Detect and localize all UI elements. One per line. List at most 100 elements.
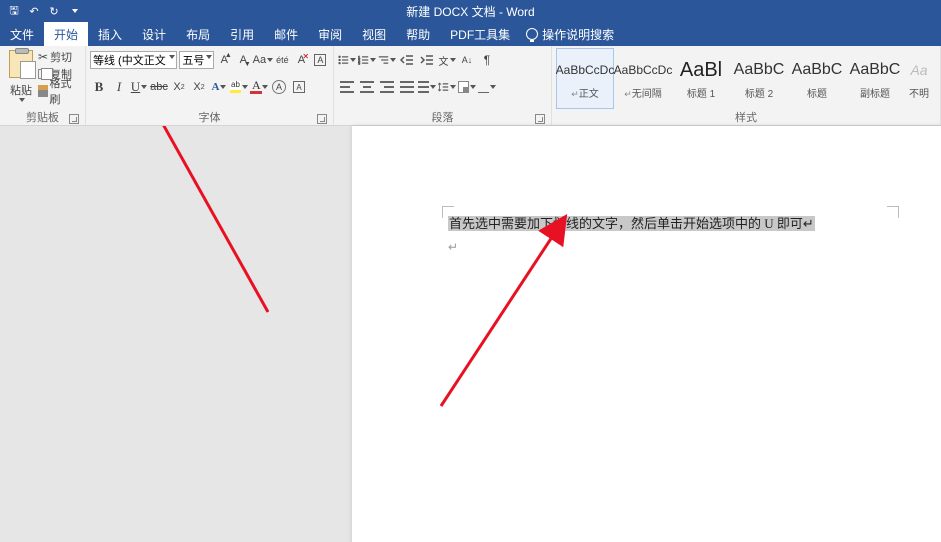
style-name: 副标题 [860,85,890,100]
tell-me-label: 操作说明搜索 [542,26,614,43]
distributed-button[interactable] [418,78,436,96]
paste-button[interactable]: 粘贴 [4,48,38,109]
group-clipboard: 粘贴 ✂剪切 复制 格式刷 剪贴板 [0,46,86,125]
quick-access-toolbar: 🖫 ↶ ↻ [0,3,82,19]
style-gallery[interactable]: AaBbCcDc ↵正文 AaBbCcDc ↵无间隔 AaBl 标题 1 AaB… [556,48,936,109]
style-no-spacing[interactable]: AaBbCcDc ↵无间隔 [614,48,672,109]
ribbon: 粘贴 ✂剪切 复制 格式刷 剪贴板 等线 (中文正文 五号 A▲ A▼ Aa é… [0,46,941,126]
svg-text:3: 3 [358,61,360,66]
group-clipboard-label: 剪贴板 [26,109,59,125]
clear-formatting-button[interactable]: A✕ [293,51,310,69]
ribbon-tabs: 文件 开始 插入 设计 布局 引用 邮件 审阅 视图 帮助 PDF工具集 操作说… [0,22,941,46]
cut-button[interactable]: ✂剪切 [38,49,81,65]
tab-insert[interactable]: 插入 [88,22,132,46]
paragraph-launcher[interactable] [535,114,545,124]
superscript-button[interactable]: X2 [190,78,208,96]
undo-icon[interactable]: ↶ [26,3,42,19]
tab-review[interactable]: 审阅 [308,22,352,46]
redo-icon[interactable]: ↻ [46,3,62,19]
font-size-value: 五号 [182,52,204,68]
style-normal[interactable]: AaBbCcDc ↵正文 [556,48,614,109]
group-paragraph: 123 文 A↓ ¶ 段落 [334,46,552,125]
multilevel-list-button[interactable] [378,51,396,69]
asian-layout-button[interactable]: 文 [438,51,456,69]
text-effects-button[interactable]: A [210,78,228,96]
tab-file[interactable]: 文件 [0,22,44,46]
selected-text[interactable]: 首先选中需要加下划线的文字，然后单击开始选项中的 U 即可↵ [448,216,815,231]
underline-button[interactable]: U [130,78,148,96]
subscript-button[interactable]: X2 [170,78,188,96]
italic-button[interactable]: I [110,78,128,96]
font-name-combo[interactable]: 等线 (中文正文 [90,51,177,69]
style-heading1[interactable]: AaBl 标题 1 [672,48,730,109]
line-spacing-button[interactable] [438,78,456,96]
highlight-button[interactable] [230,78,248,96]
increase-indent-button[interactable] [418,51,436,69]
cut-label: 剪切 [50,49,72,65]
shrink-font-button[interactable]: A▼ [235,51,252,69]
shading-button[interactable] [458,78,476,96]
highlight-icon [230,81,241,93]
lightbulb-icon [526,28,538,40]
show-hide-button[interactable]: ¶ [478,51,496,69]
style-more[interactable]: Aa 不明 [904,48,934,109]
decrease-indent-button[interactable] [398,51,416,69]
borders-button[interactable] [478,78,496,96]
font-name-value: 等线 (中文正文 [93,52,166,68]
style-preview: AaBl [680,57,722,83]
document-line-1[interactable]: 首先选中需要加下划线的文字，然后单击开始选项中的 U 即可↵ [448,214,893,234]
character-border-button[interactable]: A [290,78,308,96]
clipboard-launcher[interactable] [69,114,79,124]
align-left-button[interactable] [338,78,356,96]
grow-font-button[interactable]: A▲ [216,51,233,69]
font-color-button[interactable] [250,78,268,96]
justify-button[interactable] [398,78,416,96]
change-case-button[interactable]: Aa [254,51,272,69]
phonetic-guide-button[interactable]: été [274,51,291,69]
style-name: 标题 2 [745,85,773,100]
sort-button[interactable]: A↓ [458,51,476,69]
group-font: 等线 (中文正文 五号 A▲ A▼ Aa été A✕ A B I U abc … [86,46,334,125]
tab-mailings[interactable]: 邮件 [264,22,308,46]
numbering-button[interactable]: 123 [358,51,376,69]
style-title[interactable]: AaBbC 标题 [788,48,846,109]
document-line-2[interactable]: ↵ [448,240,893,254]
style-name: 正文 [579,89,599,100]
tab-layout[interactable]: 布局 [176,22,220,46]
font-size-combo[interactable]: 五号 [179,51,213,69]
format-painter-button[interactable]: 格式刷 [38,83,81,99]
tab-home[interactable]: 开始 [44,22,88,46]
strikethrough-button[interactable]: abc [150,78,168,96]
style-subtitle[interactable]: AaBbC 副标题 [846,48,904,109]
tab-design[interactable]: 设计 [132,22,176,46]
style-name: 标题 [807,85,827,100]
style-name: 不明 [909,85,929,100]
paragraph-mark-icon: ↵ [448,240,458,254]
group-paragraph-label: 段落 [432,109,454,125]
document-page[interactable]: 首先选中需要加下划线的文字，然后单击开始选项中的 U 即可↵ ↵ [352,126,941,542]
enclose-characters-button[interactable]: A [312,51,329,69]
window-title: 新建 DOCX 文档 - Word [406,3,534,20]
tab-help[interactable]: 帮助 [396,22,440,46]
character-shading-button[interactable]: A [270,78,288,96]
style-preview: AaBbC [850,57,901,83]
font-launcher[interactable] [317,114,327,124]
tell-me-search[interactable]: 操作说明搜索 [520,22,614,46]
bold-button[interactable]: B [90,78,108,96]
style-preview: AaBbC [734,57,785,83]
copy-icon [38,69,48,79]
scissors-icon: ✂ [38,50,48,64]
title-bar: 🖫 ↶ ↻ 新建 DOCX 文档 - Word [0,0,941,22]
tab-references[interactable]: 引用 [220,22,264,46]
style-heading2[interactable]: AaBbC 标题 2 [730,48,788,109]
align-right-button[interactable] [378,78,396,96]
save-icon[interactable]: 🖫 [6,3,22,19]
document-workspace: 首先选中需要加下划线的文字，然后单击开始选项中的 U 即可↵ ↵ [0,126,941,542]
align-center-button[interactable] [358,78,376,96]
paste-icon [9,50,33,78]
style-preview: Aa [910,57,927,83]
qat-more-icon[interactable] [66,3,82,19]
tab-pdf-tools[interactable]: PDF工具集 [440,22,520,46]
tab-view[interactable]: 视图 [352,22,396,46]
bullets-button[interactable] [338,51,356,69]
